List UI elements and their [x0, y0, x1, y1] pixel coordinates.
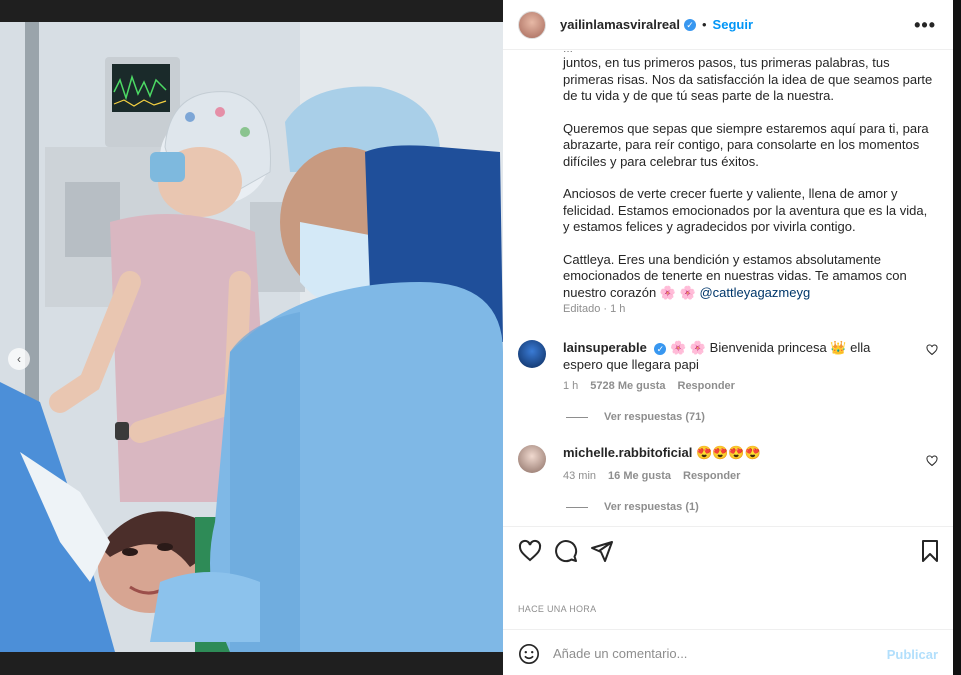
caption-paragraph: juntos, en tus primeros pasos, tus prime… — [563, 55, 933, 103]
edited-label: Editado · 1 h — [563, 303, 626, 315]
replies-line — [566, 506, 588, 508]
chevron-left-icon[interactable]: ‹ — [8, 348, 30, 370]
comment-time: 43 min — [563, 470, 597, 482]
post-caption: ... juntos, en tus primeros pasos, tus p… — [563, 51, 933, 317]
post-photo: ‹ — [0, 22, 503, 652]
like-comment-heart-icon[interactable] — [926, 455, 938, 467]
mention-link[interactable]: @cattleyagazmeyg — [699, 285, 810, 300]
reply-button[interactable]: Responder — [678, 380, 735, 392]
view-replies[interactable]: Ver respuestas (1) — [566, 501, 699, 513]
comment-meta: 43 min 16 Me gusta Responder — [563, 470, 740, 482]
like-comment-heart-icon[interactable] — [926, 344, 938, 356]
comment-meta: 1 h 5728 Me gusta Responder — [563, 380, 735, 392]
post-side-panel: yailinlamasviralreal ✓ • Seguir ••• ... … — [503, 0, 953, 675]
more-options-icon[interactable]: ••• — [914, 15, 936, 36]
verified-badge-icon: ✓ — [683, 18, 696, 31]
author-avatar[interactable] — [518, 10, 546, 39]
publish-button[interactable]: Publicar — [887, 647, 938, 662]
commenter-avatar[interactable] — [518, 445, 546, 473]
comment-likes[interactable]: 5728 Me gusta — [590, 380, 665, 392]
caption-paragraph-last: Cattleya. Eres una bendición y estamos a… — [563, 252, 933, 302]
bookmark-icon[interactable] — [918, 539, 942, 563]
comment-composer: Publicar — [503, 629, 953, 675]
send-icon[interactable] — [590, 539, 614, 563]
replies-line — [566, 416, 588, 418]
commenter-username[interactable]: lainsuperable — [563, 340, 647, 355]
comment-body: lainsuperable ✓ 🌸 🌸 Bienvenida princesa … — [563, 340, 913, 373]
action-bar — [503, 526, 953, 578]
post-header: yailinlamasviralreal ✓ • Seguir ••• — [503, 0, 953, 50]
comment-likes[interactable]: 16 Me gusta — [608, 470, 671, 482]
view-replies-label[interactable]: Ver respuestas (1) — [604, 501, 699, 513]
caption-paragraph: Queremos que sepas que siempre estaremos… — [563, 120, 929, 169]
reply-button[interactable]: Responder — [683, 470, 740, 482]
view-replies[interactable]: Ver respuestas (71) — [566, 411, 705, 423]
author-username[interactable]: yailinlamasviralreal — [560, 17, 680, 32]
comments-area[interactable]: ... juntos, en tus primeros pasos, tus p… — [503, 51, 953, 526]
next-post-edge — [953, 0, 961, 675]
caption-cut-line: ... — [563, 51, 573, 57]
emoji-icon[interactable] — [518, 643, 540, 665]
header-separator: • — [701, 17, 707, 32]
follow-button[interactable]: Seguir — [713, 17, 753, 32]
comment-text: 😍😍😍😍 — [695, 445, 761, 460]
comment-body: michelle.rabbitoficial 😍😍😍😍 — [563, 445, 913, 462]
verified-badge-icon: ✓ — [654, 343, 667, 355]
caption-paragraph: Anciosos de verte crecer fuerte y valien… — [563, 186, 928, 234]
comment-time: 1 h — [563, 380, 579, 392]
commenter-username[interactable]: michelle.rabbitoficial — [563, 445, 692, 460]
post-timestamp[interactable]: HACE UNA HORA — [518, 604, 596, 614]
heart-icon[interactable] — [518, 539, 542, 563]
view-replies-label[interactable]: Ver respuestas (71) — [604, 411, 705, 423]
comment-icon[interactable] — [554, 539, 578, 563]
commenter-avatar[interactable] — [518, 340, 546, 368]
add-comment-input[interactable] — [553, 643, 873, 663]
